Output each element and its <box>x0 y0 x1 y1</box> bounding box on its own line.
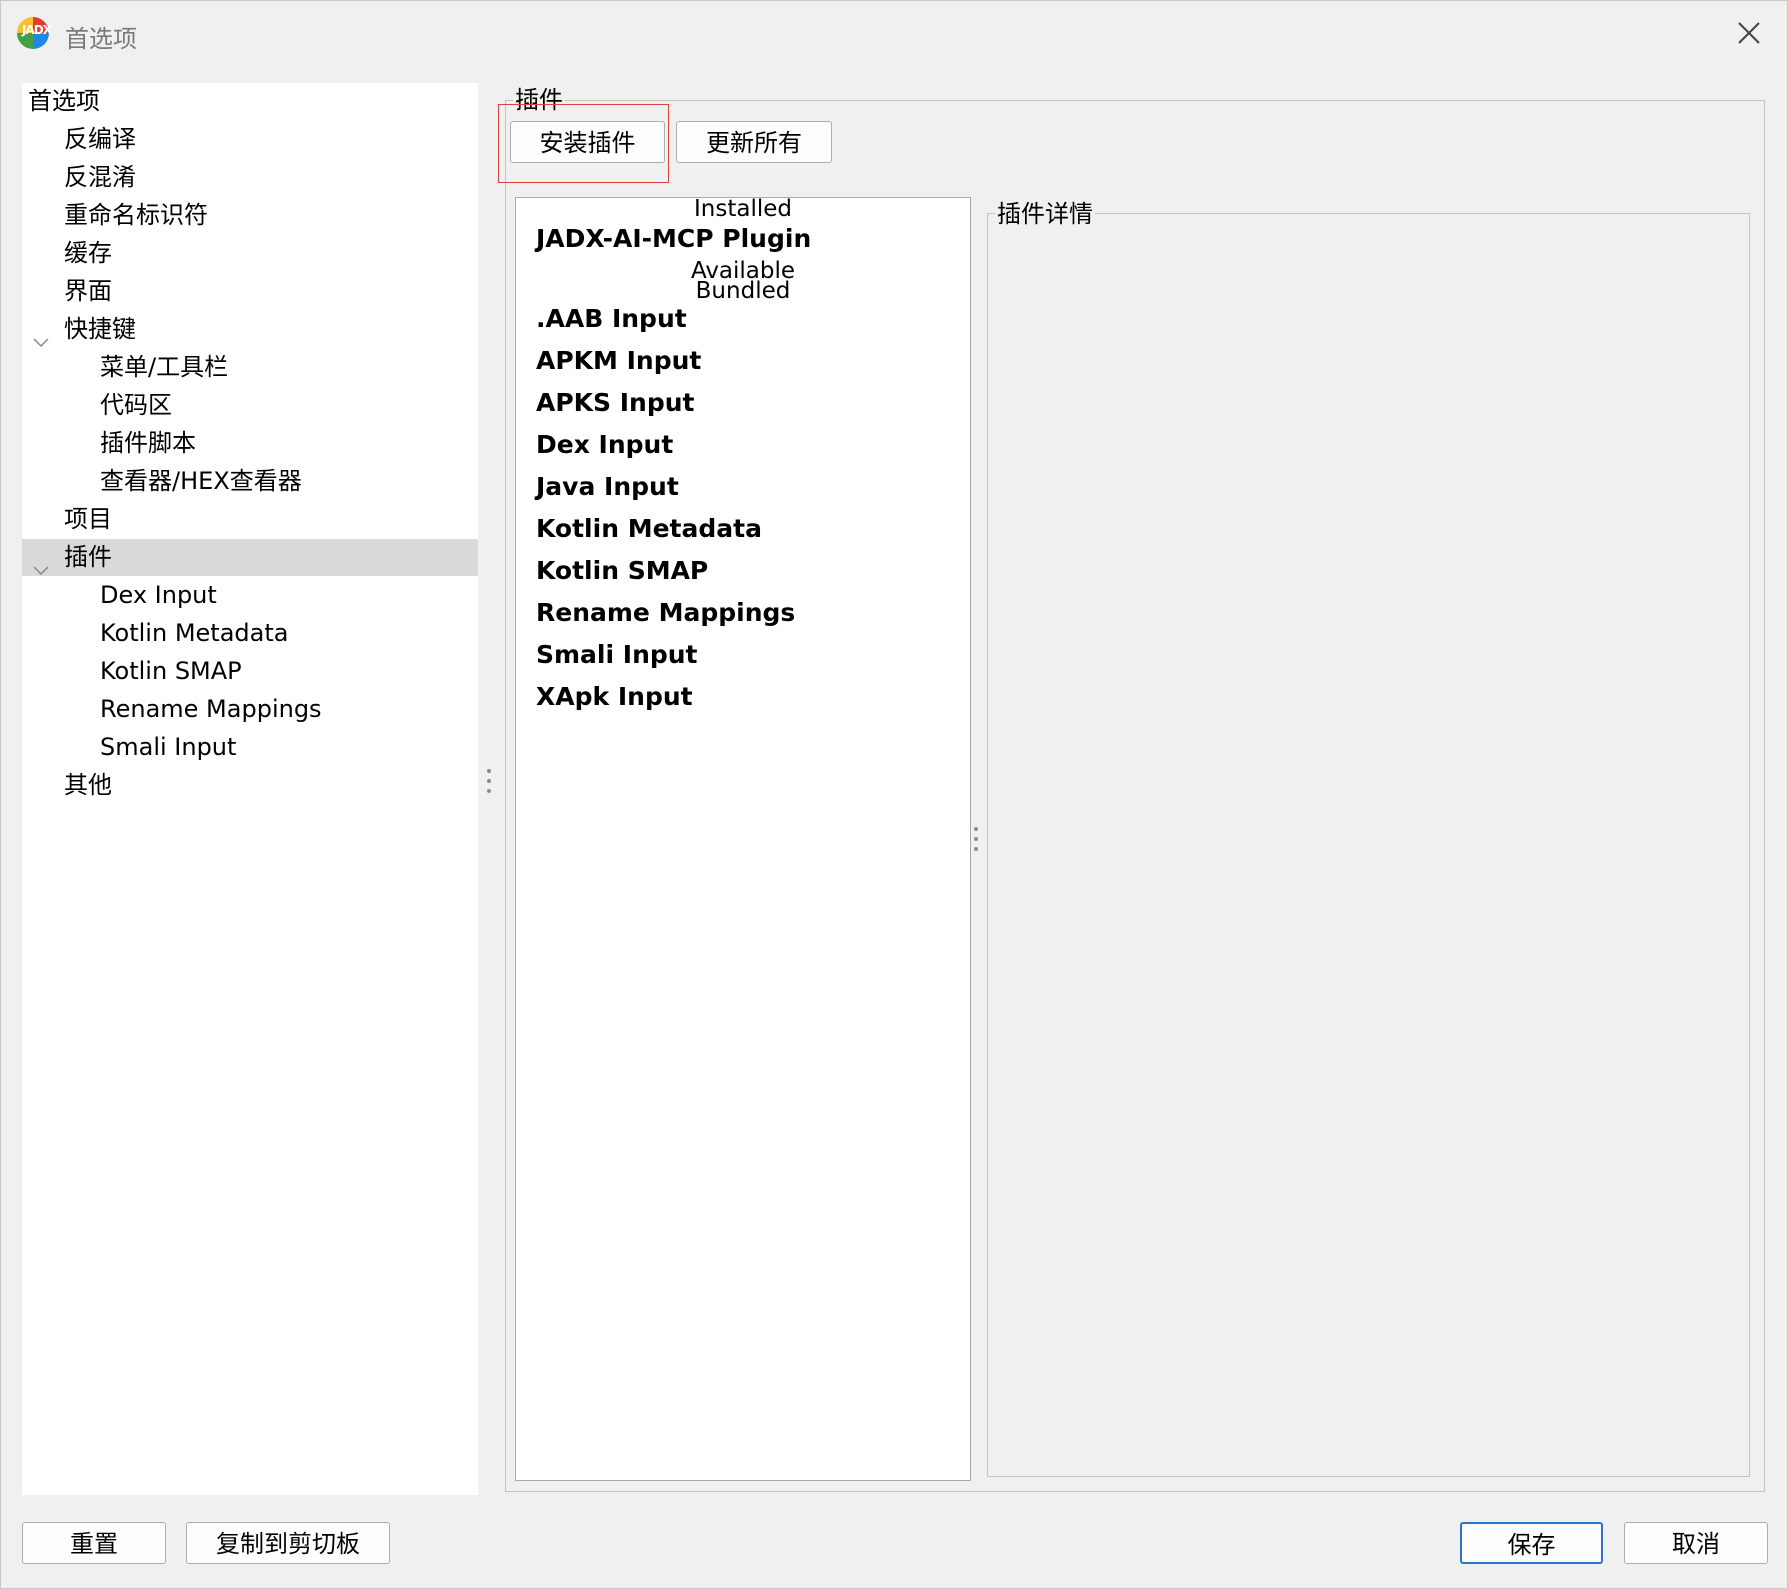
tree-item-label: 查看器/HEX查看器 <box>100 467 302 495</box>
tree-item-label: Rename Mappings <box>100 695 322 723</box>
tree-item[interactable]: Kotlin SMAP <box>22 653 478 690</box>
tree-item-label: Kotlin Metadata <box>100 619 289 647</box>
plugin-item[interactable]: XApk Input <box>536 680 693 714</box>
plugin-item[interactable]: Kotlin Metadata <box>536 512 762 546</box>
tree-item-label: 代码区 <box>100 391 172 419</box>
close-button[interactable] <box>1729 15 1769 51</box>
tree-item[interactable]: 代码区 <box>22 387 478 424</box>
tree-item-label: 项目 <box>64 505 112 533</box>
tree-item-label: 首选项 <box>28 87 100 115</box>
plugin-item[interactable]: Rename Mappings <box>536 596 795 630</box>
close-icon <box>1738 22 1760 44</box>
plugin-details-panel <box>987 213 1750 1477</box>
tree-item[interactable]: 反混淆 <box>22 159 478 196</box>
plugin-list[interactable]: Installed JADX-AI-MCP Plugin Available B… <box>515 197 971 1481</box>
install-plugin-button[interactable]: 安装插件 <box>510 121 665 163</box>
tree-item[interactable]: 界面 <box>22 273 478 310</box>
tree-item-label: 重命名标识符 <box>64 201 208 229</box>
tree-item[interactable]: 重命名标识符 <box>22 197 478 234</box>
tree-item[interactable]: 插件脚本 <box>22 425 478 462</box>
tree-item[interactable]: 首选项 <box>22 83 478 120</box>
plugin-item[interactable]: JADX-AI-MCP Plugin <box>536 222 811 256</box>
section-header-bundled: Bundled <box>695 278 791 304</box>
tree-item[interactable]: 其他 <box>22 767 478 804</box>
plugin-item[interactable]: Smali Input <box>536 638 698 672</box>
tree-item-label: Smali Input <box>100 733 237 761</box>
tree-item[interactable]: Smali Input <box>22 729 478 766</box>
tree-item-label: 快捷键 <box>64 315 136 343</box>
plugin-item[interactable]: APKM Input <box>536 344 701 378</box>
cancel-button[interactable]: 取消 <box>1624 1522 1768 1564</box>
settings-tree[interactable]: 首选项反编译反混淆重命名标识符 缓存界面快捷键菜单/工具栏 代码区插件脚本查看器/H… <box>22 83 478 1495</box>
tree-item-label: 反编译 <box>64 125 136 153</box>
tree-item[interactable]: Rename Mappings <box>22 691 478 728</box>
tree-item-label: 缓存 <box>64 239 112 267</box>
tree-item[interactable]: 菜单/工具栏 <box>22 349 478 386</box>
plugin-item[interactable]: .AAB Input <box>536 302 687 336</box>
tree-item[interactable]: Dex Input <box>22 577 478 614</box>
plugin-details-title: 插件详情 <box>995 199 1095 229</box>
plugin-item[interactable]: Java Input <box>536 470 679 504</box>
tree-item[interactable]: 项目 <box>22 501 478 538</box>
section-header-installed: Installed <box>694 197 792 222</box>
plugin-item[interactable]: Kotlin SMAP <box>536 554 708 588</box>
window-title: 首选项 <box>65 25 137 53</box>
left-splitter-handle[interactable] <box>486 769 492 799</box>
tree-item-label: 反混淆 <box>64 163 136 191</box>
tree-item[interactable]: 反编译 <box>22 121 478 158</box>
save-button[interactable]: 保存 <box>1460 1522 1603 1564</box>
tree-item-label: 插件 <box>64 543 112 571</box>
preferences-dialog: JADX 首选项 首选项反编译反混淆重命名标识符 缓存界面快捷键菜单/工具栏 代码区… <box>0 0 1788 1589</box>
tree-item[interactable]: 查看器/HEX查看器 <box>22 463 478 500</box>
tree-item-label: Dex Input <box>100 581 217 609</box>
reset-button[interactable]: 重置 <box>22 1522 166 1564</box>
jadx-app-icon: JADX <box>17 17 52 49</box>
plugin-item[interactable]: Dex Input <box>536 428 673 462</box>
copy-to-clipboard-button[interactable]: 复制到剪切板 <box>186 1522 390 1564</box>
tree-item[interactable]: 缓存 <box>22 235 478 272</box>
right-splitter-handle[interactable] <box>973 827 979 857</box>
update-all-button[interactable]: 更新所有 <box>676 121 832 163</box>
tree-item-label: 菜单/工具栏 <box>100 353 229 381</box>
tree-item-label: 界面 <box>64 277 112 305</box>
tree-item-label: Kotlin SMAP <box>100 657 242 685</box>
tree-item[interactable]: 插件 <box>22 539 478 576</box>
tree-item-label: 其他 <box>64 771 112 799</box>
tree-item-label: 插件脚本 <box>100 429 196 457</box>
title-bar: JADX 首选项 <box>1 1 1787 67</box>
tree-item[interactable]: 快捷键 <box>22 311 478 348</box>
plugin-item[interactable]: APKS Input <box>536 386 695 420</box>
tree-item[interactable]: Kotlin Metadata <box>22 615 478 652</box>
